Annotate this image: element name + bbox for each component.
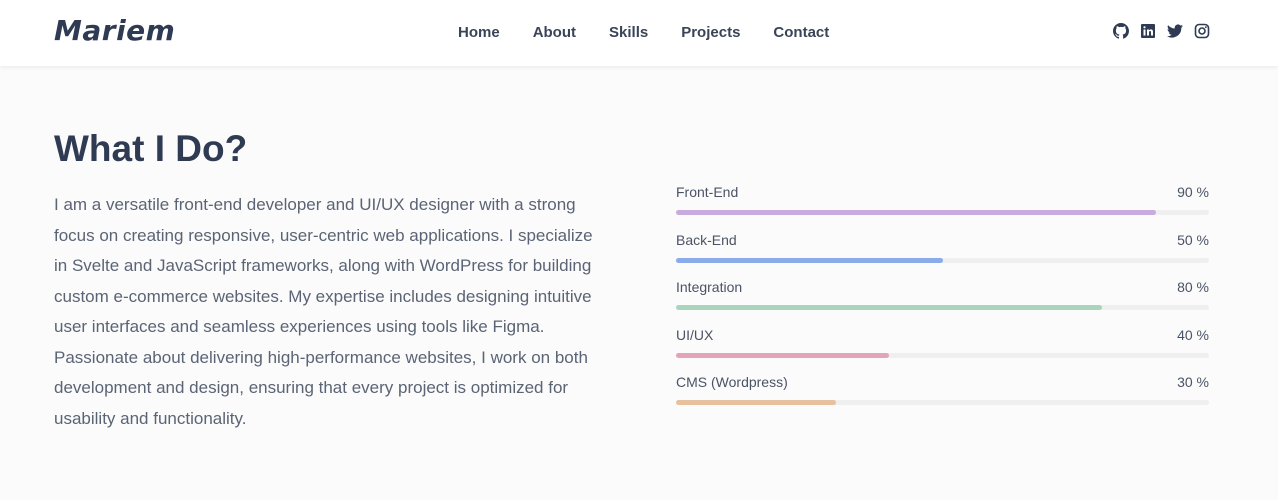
skill-name: Front-End [676,184,739,200]
skill-progress-track [676,400,1209,405]
skill-item: UI/UX 40 % [676,327,1209,375]
social-links [1113,23,1210,39]
skill-item: CMS (Wordpress) 30 % [676,374,1209,422]
skill-percent: 80 % [1177,279,1209,295]
skill-name: Integration [676,279,743,295]
github-icon[interactable] [1113,23,1130,39]
nav-skills[interactable]: Skills [609,24,648,41]
skill-percent: 50 % [1177,231,1209,248]
skill-progress-fill [676,352,890,358]
section-description: I am a versatile front-end developer and… [54,195,593,428]
nav-projects[interactable]: Projects [681,24,740,41]
skill-percent: 40 % [1177,326,1209,343]
skill-progress-fill [676,257,943,263]
skill-progress-track [676,352,1209,358]
skill-item: Integration 80 % [676,279,1209,327]
instagram-icon[interactable] [1194,23,1210,39]
skills-list: Front-End 90 % Back-End 50 % Integration 80… [676,184,1209,422]
skill-progress-track [676,305,1209,310]
main-nav: Home About Skills Projects Contact [458,24,829,41]
skill-progress-track [676,210,1209,215]
skill-name: CMS (Wordpress) [676,374,788,390]
skill-item: Front-End 90 % [676,184,1209,232]
nav-contact[interactable]: Contact [773,24,829,41]
nav-about[interactable]: About [533,24,576,41]
skill-name: UI/UX [676,326,714,343]
skill-progress-fill [676,305,1103,310]
section-title: What I Do? [54,128,248,169]
skill-progress-fill [676,210,1156,215]
linkedin-icon[interactable] [1140,23,1156,39]
nav-home[interactable]: Home [458,24,500,41]
skill-percent: 30 % [1177,374,1209,390]
skill-name: Back-End [676,231,737,248]
twitter-icon[interactable] [1167,23,1183,39]
skill-percent: 90 % [1177,184,1209,200]
site-header: Mariem Home About Skills Projects Contac… [0,0,1278,66]
logo[interactable]: Mariem [54,14,175,47]
skill-progress-fill [676,400,836,405]
skill-item: Back-End 50 % [676,232,1209,280]
skill-progress-track [676,257,1209,263]
